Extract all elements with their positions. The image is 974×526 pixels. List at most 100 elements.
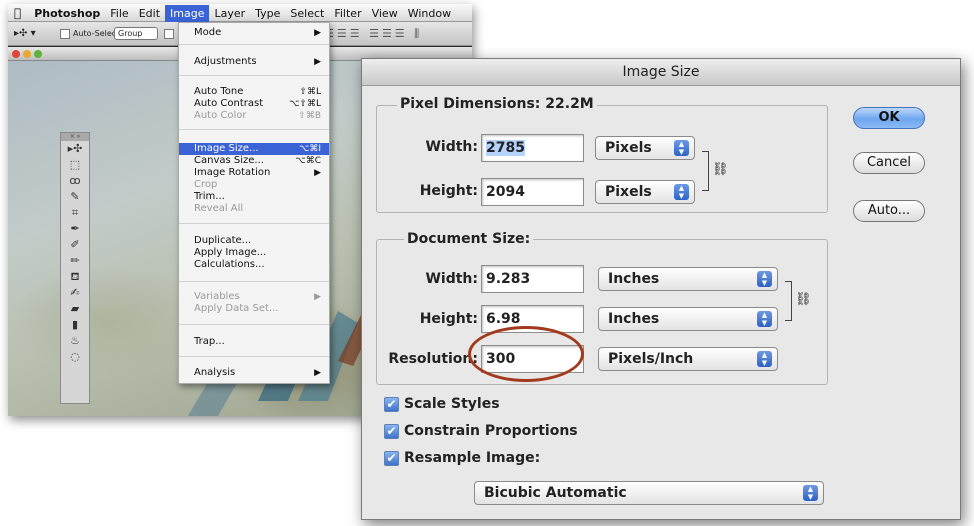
cancel-button[interactable]: Cancel [853, 152, 925, 174]
highlight-circle [468, 326, 584, 382]
resample-image-checkbox[interactable]: ✔ [384, 451, 399, 466]
doc-width-field[interactable]: 9.283 [481, 265, 584, 293]
close-icon[interactable] [12, 50, 20, 58]
tools-panel-header[interactable]: × » [61, 133, 89, 141]
scale-styles-label: Scale Styles [404, 396, 500, 412]
stepper-arrows-icon: ▲ ▼ [757, 311, 772, 327]
menu-layer[interactable]: Layer [209, 5, 250, 23]
ok-button[interactable]: OK [853, 107, 925, 129]
menu-item-duplicate[interactable]: Duplicate... [179, 235, 329, 247]
menu-item-adjustments[interactable]: Adjustments ▶ [179, 56, 329, 68]
move-tool-icon[interactable]: ▸✣ ▾ [14, 28, 36, 39]
show-transform-checkbox[interactable] [164, 29, 174, 39]
blur-tool-icon[interactable]: ♨ [61, 333, 89, 349]
document-size-title: Document Size: [404, 231, 534, 247]
menu-item-image-rotation[interactable]: Image Rotation ▶ [179, 167, 329, 179]
constrain-bracket [702, 151, 709, 191]
zoom-icon[interactable] [34, 50, 42, 58]
menu-item-trim[interactable]: Trim... [179, 191, 329, 203]
constrain-proportions-label: Constrain Proportions [404, 423, 578, 439]
resample-method-dropdown[interactable]: Bicubic Automatic ▲ ▼ [474, 481, 824, 505]
pixel-height-field[interactable]: 2094 [481, 178, 584, 206]
menu-bar: PhotoshopFileEditImageLayerTypeSelectFi… [8, 4, 472, 23]
stepper-arrows-icon: ▲ ▼ [674, 184, 689, 200]
menu-separator [179, 75, 329, 76]
quick-select-tool-icon[interactable]: ✎ [61, 189, 89, 205]
image-menu: Mode ▶ Adjustments ▶ Auto Tone ⇧⌘L Auto Con… [178, 22, 330, 384]
history-brush-tool-icon[interactable]: ✍ [61, 285, 89, 301]
apple-icon[interactable]:  [8, 4, 29, 22]
menu-item-apply-data-set[interactable]: Apply Data Set... [179, 303, 329, 315]
doc-height-label: Height: [419, 311, 478, 327]
gradient-tool-icon[interactable]: ▮ [61, 317, 89, 333]
stepper-arrows-icon: ▲ ▼ [803, 485, 818, 501]
stepper-arrows-icon: ▲ ▼ [674, 140, 689, 156]
auto-button[interactable]: Auto... [853, 200, 925, 222]
menu-separator [179, 129, 329, 130]
menu-window[interactable]: Window [403, 5, 456, 23]
align-icons[interactable]: ☰☰☰ ☰☰☰ ⫼ [324, 27, 422, 41]
menu-edit[interactable]: Edit [134, 5, 165, 23]
constrain-bracket [785, 281, 792, 321]
doc-height-unit-dropdown[interactable]: Inches ▲ ▼ [598, 307, 778, 331]
pixel-width-unit-dropdown[interactable]: Pixels ▲ ▼ [595, 136, 695, 160]
brush-tool-icon[interactable]: ✏ [61, 253, 89, 269]
menu-separator [179, 356, 329, 357]
pixel-width-field[interactable]: 2785 [481, 134, 584, 162]
eyedropper-tool-icon[interactable]: ✒ [61, 221, 89, 237]
minimize-icon[interactable] [23, 50, 31, 58]
healing-tool-icon[interactable]: ✐ [61, 237, 89, 253]
menu-item-apply-image[interactable]: Apply Image... [179, 247, 329, 259]
dialog-title: Image Size [362, 59, 960, 86]
menu-item-auto-color[interactable]: Auto Color ⇧⌘B [179, 110, 329, 122]
stepper-arrows-icon: ▲ ▼ [757, 271, 772, 287]
lasso-tool-icon[interactable]: ꝏ [61, 173, 89, 189]
resolution-unit-dropdown[interactable]: Pixels/Inch ▲ ▼ [598, 347, 778, 371]
stepper-arrows-icon: ▲ ▼ [757, 351, 772, 367]
menu-separator [179, 223, 329, 224]
doc-width-unit-dropdown[interactable]: Inches ▲ ▼ [598, 267, 778, 291]
menu-item-image-size[interactable]: Image Size... ⌥⌘I [179, 143, 329, 155]
pixel-dimensions-title: Pixel Dimensions: 22.2M [397, 96, 597, 112]
eraser-tool-icon[interactable]: ▰ [61, 301, 89, 317]
chain-link-icon: ⛓ [712, 162, 729, 177]
pixel-width-label: Width: [425, 139, 478, 155]
doc-width-label: Width: [425, 271, 478, 287]
menu-file[interactable]: File [105, 5, 133, 23]
menu-item-auto-contrast[interactable]: Auto Contrast ⌥⇧⌘L [179, 98, 329, 110]
pixel-height-unit-dropdown[interactable]: Pixels ▲ ▼ [595, 180, 695, 204]
menu-separator [179, 44, 329, 45]
chain-link-icon: ⛓ [795, 292, 812, 307]
menu-item-analysis[interactable]: Analysis ▶ [179, 367, 329, 379]
auto-select-checkbox[interactable] [60, 29, 70, 39]
stamp-tool-icon[interactable]: ⛾ [61, 269, 89, 285]
menu-item-trap[interactable]: Trap... [179, 336, 329, 348]
resolution-label: Resolution: [388, 351, 478, 367]
resample-image-label: Resample Image: [404, 450, 541, 466]
crop-tool-icon[interactable]: ⌗ [61, 205, 89, 221]
menu-item-auto-tone[interactable]: Auto Tone ⇧⌘L [179, 86, 329, 98]
dodge-tool-icon[interactable]: ◌ [61, 349, 89, 365]
menu-image[interactable]: Image [165, 5, 210, 23]
menu-view[interactable]: View [367, 5, 403, 23]
menu-item-variables[interactable]: Variables ▶ [179, 291, 329, 303]
menu-item-canvas-size[interactable]: Canvas Size... ⌥⌘C [179, 155, 329, 167]
menu-separator [179, 324, 329, 325]
move-tool-icon[interactable]: ▸✣ [61, 141, 89, 157]
menu-item-crop[interactable]: Crop [179, 179, 329, 191]
menu-select[interactable]: Select [285, 5, 329, 23]
menu-photoshop[interactable]: Photoshop [29, 5, 105, 23]
auto-select-dropdown[interactable]: Group [114, 27, 158, 40]
menu-item-mode[interactable]: Mode ▶ [179, 27, 329, 39]
tools-panel: × » ▸✣ ⬚ ꝏ ✎ ⌗ ✒ ✐ ✏ ⛾ ✍ ▰ ▮ ♨ ◌ [60, 132, 90, 404]
scale-styles-checkbox[interactable]: ✔ [384, 397, 399, 412]
image-size-dialog: Image Size Pixel Dimensions: 22.2M Width… [361, 58, 961, 520]
marquee-tool-icon[interactable]: ⬚ [61, 157, 89, 173]
menu-item-calculations[interactable]: Calculations... [179, 259, 329, 271]
menu-filter[interactable]: Filter [329, 5, 366, 23]
pixel-height-label: Height: [419, 183, 478, 199]
menu-type[interactable]: Type [250, 5, 285, 23]
constrain-proportions-checkbox[interactable]: ✔ [384, 424, 399, 439]
menu-separator [179, 281, 329, 282]
menu-item-reveal-all[interactable]: Reveal All [179, 203, 329, 215]
